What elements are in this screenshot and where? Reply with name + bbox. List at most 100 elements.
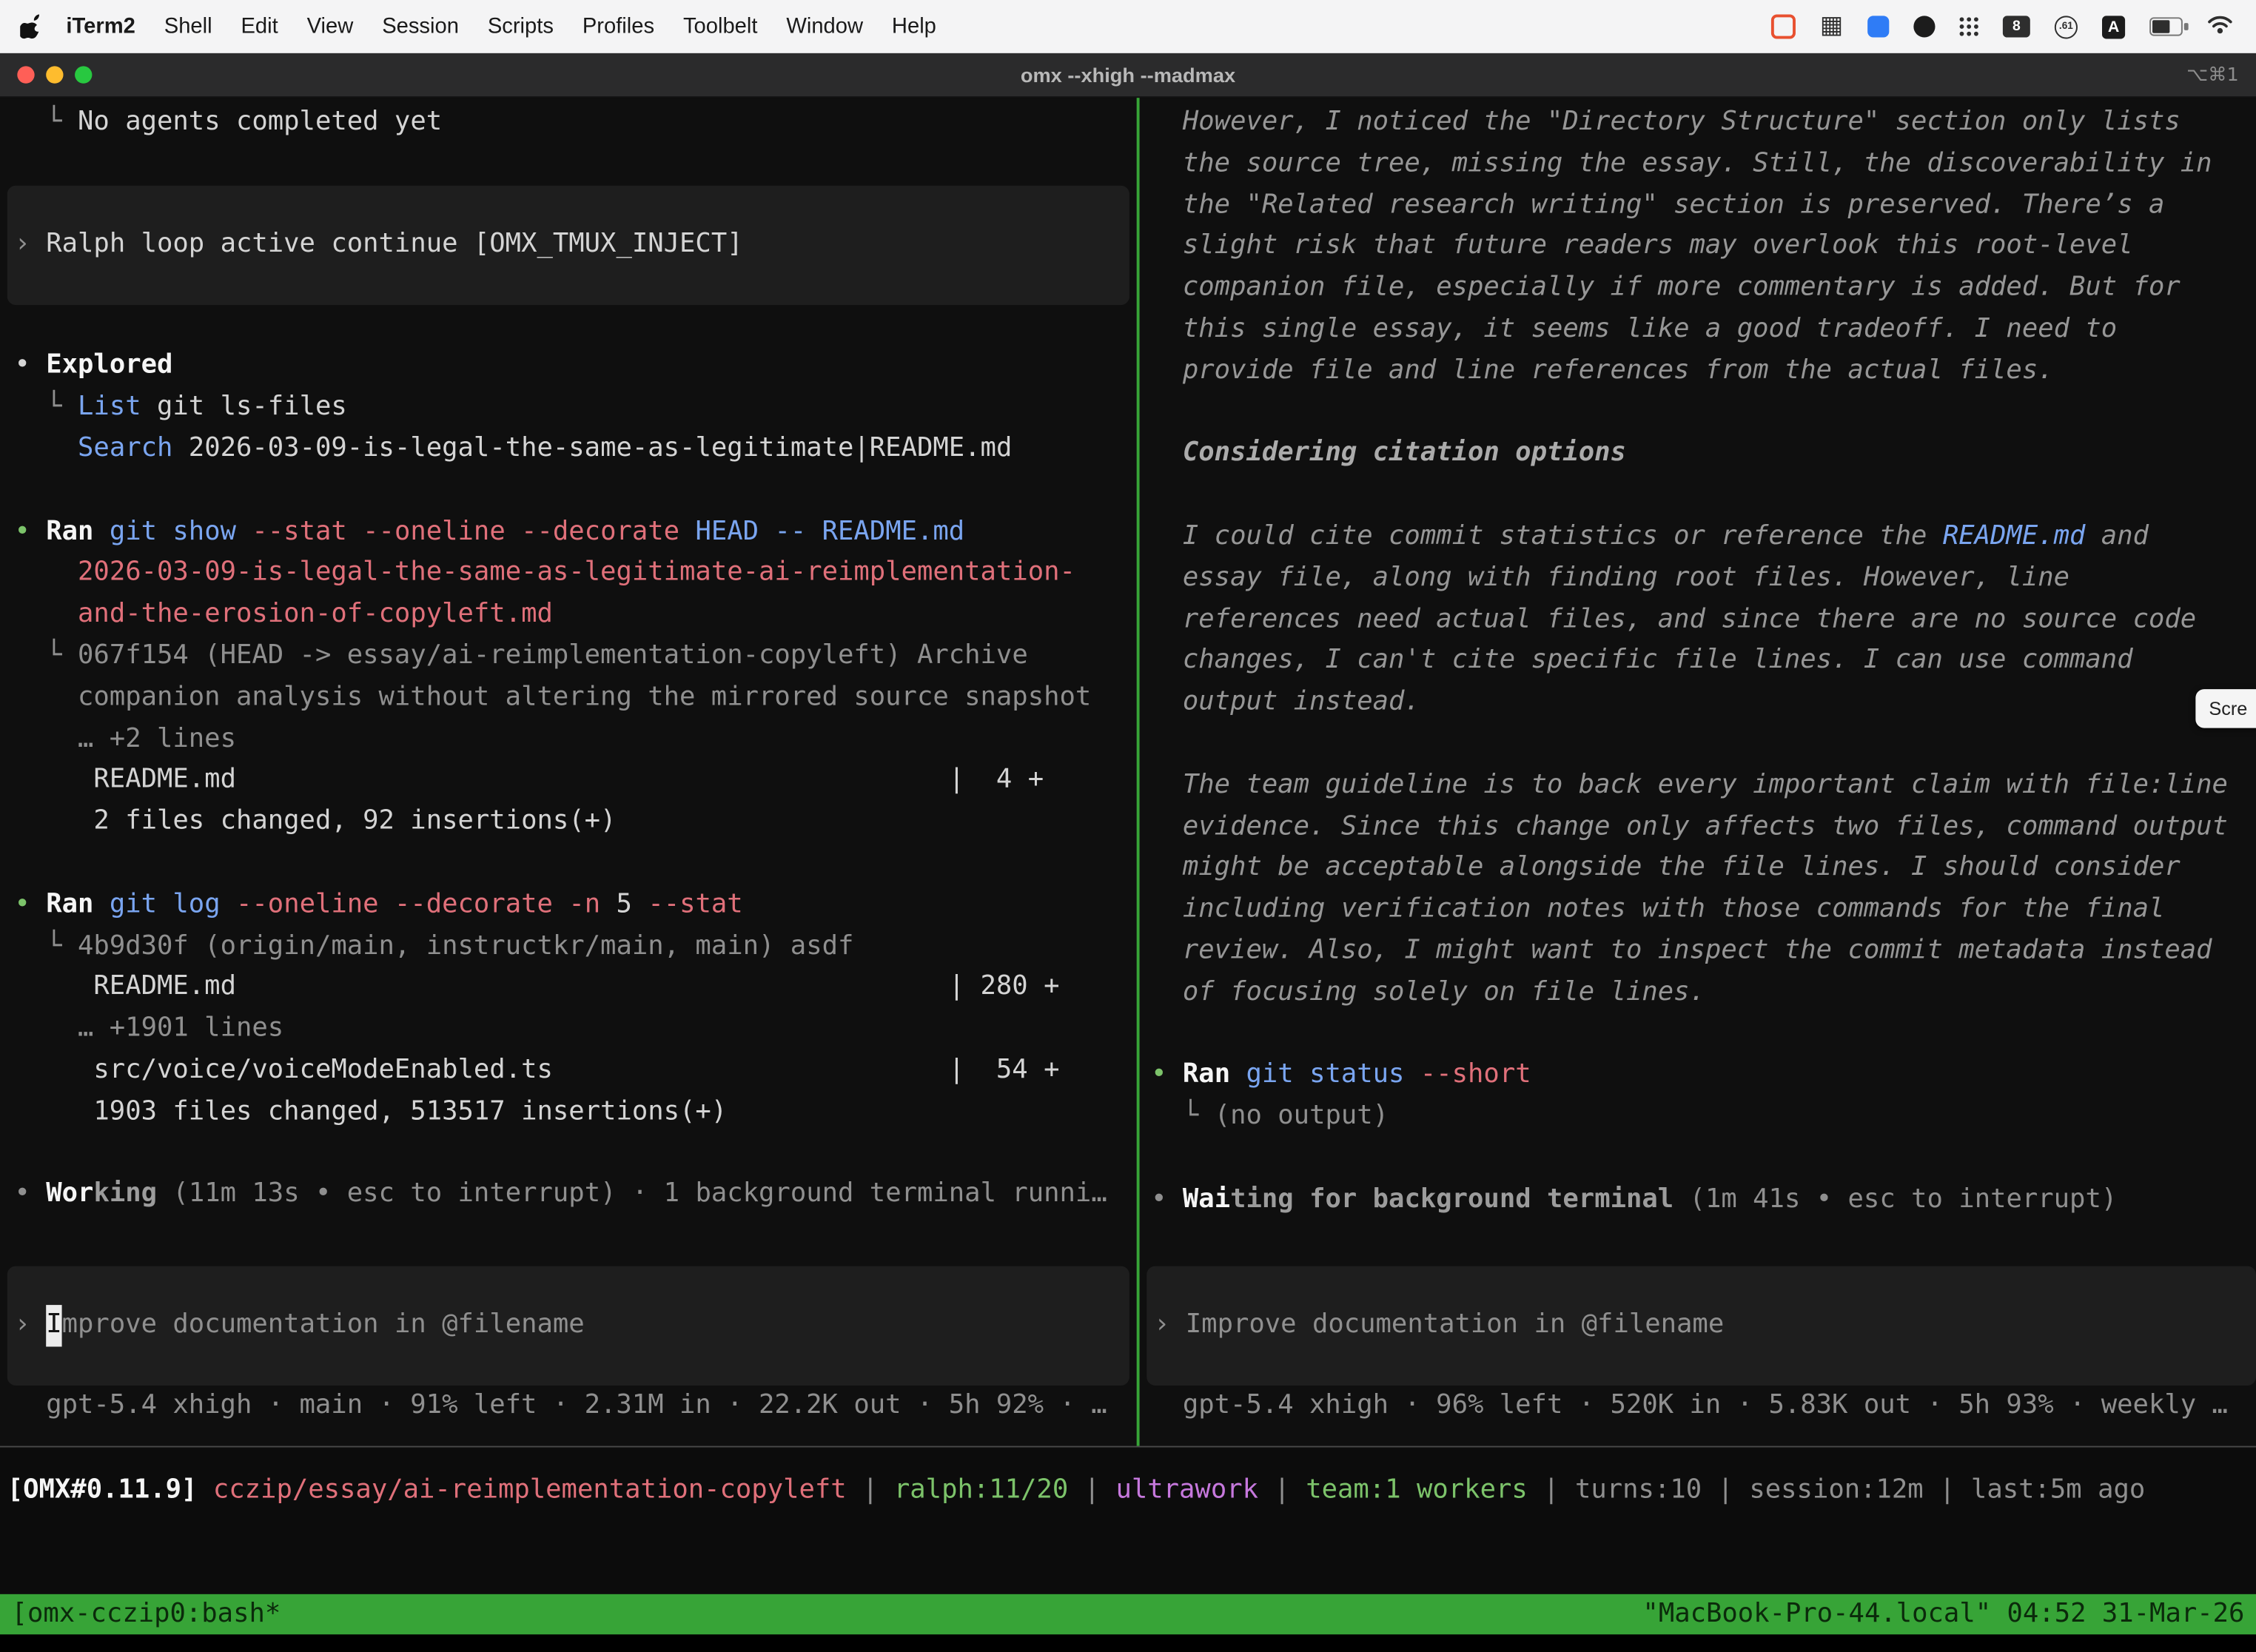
terminal-area: └ No agents completed yet › Ralph loop a… [0,98,2256,1446]
terminal-text: 4b9d30f (origin/main, instructkr/main, m… [78,930,853,961]
wifi-icon[interactable] [2207,13,2233,39]
terminal-line: … +1901 lines [0,1009,1137,1050]
terminal-line: I could cite commit statistics or refere… [1140,517,2256,558]
terminal-line: 2 files changed, 92 insertions(+) [0,802,1137,843]
menu-item-shell[interactable]: Shell [150,14,226,38]
menu-item-iterm2[interactable]: iTerm2 [52,14,150,38]
terminal-text: slight risk that future readers may over… [1151,231,2132,261]
terminal-text: • [14,889,46,919]
menu-item-help[interactable]: Help [877,14,950,38]
terminal-text: might be acceptable alongside the file l… [1151,852,2181,882]
terminal-line [0,1133,1137,1175]
terminal-text: --stat [648,889,742,919]
keycap-icon[interactable]: 8 [2003,16,2030,37]
terminal-line: └ No agents completed yet [0,102,1137,144]
apple-menu-icon[interactable] [20,14,40,38]
menu-item-window[interactable]: Window [772,14,878,38]
terminal-text: • [1151,1059,1183,1089]
terminal-text: README.md [1943,521,2086,551]
terminal-text [14,599,78,629]
terminal-text: └ [14,640,78,671]
window-grid-icon[interactable]: ▦ [1820,14,1843,38]
terminal-text: this single essay, it seems like a good … [1151,314,2117,344]
terminal-line: the source tree, missing the essay. Stil… [1140,144,2256,185]
zoom-window-button[interactable] [75,66,92,83]
prompt-input[interactable]: › Improve documentation in @filename [7,1266,1129,1386]
terminal-text: --short [1420,1059,1531,1089]
input-source-icon[interactable]: A [2102,15,2125,38]
dark-app-icon[interactable] [1913,16,1935,37]
terminal-text: [OMX#0.11.9] [7,1474,213,1505]
screen-share-overlay-label: Scre [2209,698,2247,719]
left-terminal-pane: └ No agents completed yet › Ralph loop a… [0,98,1137,1446]
terminal-text: output instead. [1151,687,1420,717]
terminal-text: (1m 41s • esc to interrupt) [1673,1183,2117,1214]
terminal-text [14,557,78,588]
terminal-text: | [1528,1474,1575,1505]
terminal-line: └ 067f154 (HEAD -> essay/ai-reimplementa… [0,636,1137,677]
terminal-text: | [1068,1474,1115,1505]
ralph-loop-text: Ralph loop active continue [OMX_TMUX_INJ… [46,224,742,266]
minimize-window-button[interactable] [46,66,63,83]
terminal-text: Wai [1183,1183,1230,1214]
terminal-line: and-the-erosion-of-copyleft.md [0,594,1137,636]
model-status-line: gpt-5.4 xhigh · main · 91% left · 2.31M … [0,1386,1137,1427]
traffic-lights [17,66,92,83]
menu-item-session[interactable]: Session [368,14,474,38]
terminal-text: … +2 lines [14,723,236,753]
terminal-line: including verification notes with those … [1140,890,2256,931]
terminal-output: └ No agents completed yet [0,102,1137,185]
terminal-text: turns:10 [1575,1474,1702,1505]
tmux-host-clock: "MacBook-Pro-44.local" 04:52 31-Mar-26 [1642,1594,2244,1634]
terminal-text: king [93,1179,157,1209]
activity-status-line: • Waiting for background terminal (1m 41… [1140,1179,2256,1220]
terminal-line: provide file and line references from th… [1140,351,2256,392]
terminal-text: ralph:11/20 [894,1474,1068,1505]
terminal-text: companion analysis without altering the … [14,682,1091,712]
terminal-line: • Ran git log --oneline --decorate -n 5 … [0,884,1137,926]
terminal-text: essay file, along with finding root file… [1151,563,2069,593]
terminal-text: README.md | 280 + [14,972,1059,1002]
terminal-text: of focusing solely on file lines. [1151,976,1705,1007]
screen-share-overlay-button[interactable]: Scre [2196,689,2256,728]
terminal-text: 2026-03-09-is-legal-the-same-as-legitima… [172,433,1012,463]
terminal-text: companion file, especially if more comme… [1151,272,2181,303]
terminal-text: git show [110,516,252,546]
terminal-line: README.md | 4 + [0,760,1137,802]
terminal-text: the "Related research writing" section i… [1151,189,2164,220]
screen-recording-indicator-icon[interactable] [1771,14,1796,38]
terminal-text: git log [110,889,236,919]
terminal-text: … +1901 lines [14,1013,283,1044]
terminal-output: However, I noticed the "Directory Struct… [1140,102,2256,1179]
prompt-chevron: › [14,1306,46,1347]
ralph-loop-box: › Ralph loop active continue [OMX_TMUX_I… [7,185,1129,304]
dots-grid-icon[interactable] [1960,17,1978,36]
screen: iTerm2ShellEditViewSessionScriptsProfile… [0,0,2256,1652]
menu-item-scripts[interactable]: Scripts [473,14,568,38]
blue-app-icon[interactable] [1867,16,1889,37]
menu-item-toolbelt[interactable]: Toolbelt [669,14,772,38]
menu-item-profiles[interactable]: Profiles [568,14,668,38]
terminal-text: team:1 workers [1306,1474,1528,1505]
text-cursor: I [46,1306,61,1347]
menu-item-list: iTerm2ShellEditViewSessionScriptsProfile… [52,14,950,38]
terminal-text: evidence. Since this change only affects… [1151,810,2228,841]
terminal-text: | [847,1474,894,1505]
window-title-bar: omx --xhigh --madmax ⌥⌘1 [0,53,2256,98]
terminal-output: • Explored └ List git ls-files Search 20… [0,304,1137,1175]
tmux-session-label: [omx-cczip0:bash* [12,1594,281,1634]
menu-item-edit[interactable]: Edit [226,14,292,38]
menu-item-view[interactable]: View [292,14,368,38]
battery-icon[interactable] [2149,17,2183,36]
terminal-text: changes, I can't cite specific file line… [1151,645,2132,676]
terminal-text: -n [568,889,616,919]
terminal-text: └ [14,930,78,961]
terminal-line: └ List git ls-files [0,387,1137,429]
battery-percent-icon[interactable]: .61 [2055,15,2078,38]
prompt-input[interactable]: › Improve documentation in @filename [1147,1266,2256,1385]
terminal-text: The team guideline is to back every impo… [1151,769,2228,799]
terminal-text: including verification notes with those … [1151,893,2164,924]
menu-bar: iTerm2ShellEditViewSessionScriptsProfile… [0,0,2256,53]
close-window-button[interactable] [17,66,34,83]
terminal-line: review. Also, I might want to inspect th… [1140,931,2256,973]
